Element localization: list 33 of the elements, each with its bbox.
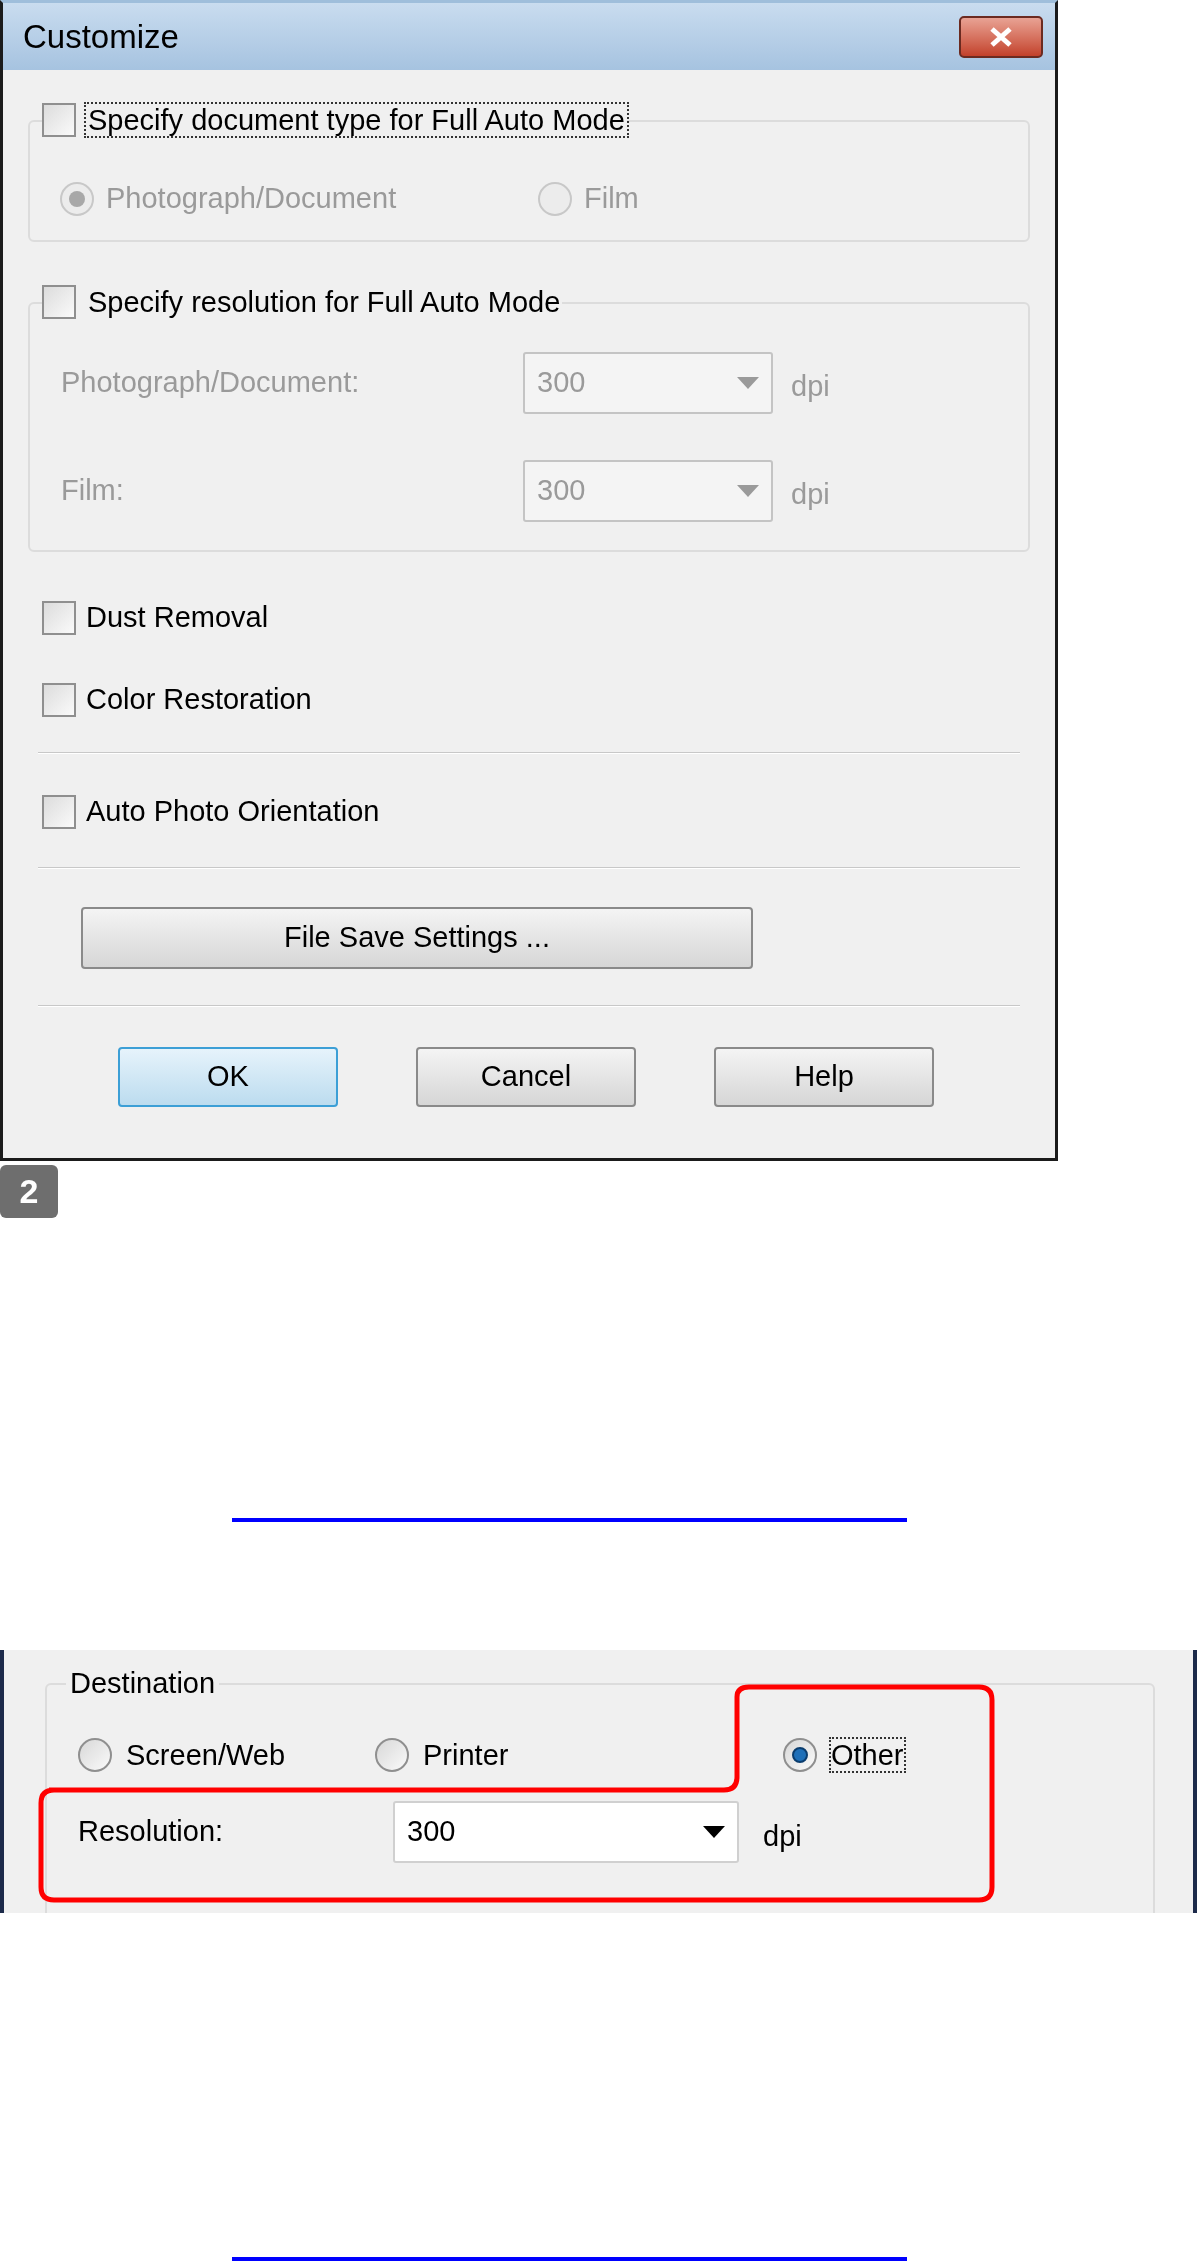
checkbox-label[interactable]: Specify resolution for Full Auto Mode [86,286,563,318]
close-button[interactable] [959,15,1043,58]
checkbox[interactable] [42,601,76,635]
checkbox[interactable] [42,683,76,717]
checkbox[interactable] [42,103,76,137]
checkbox-label[interactable]: Color Restoration [86,678,312,722]
unit-label: dpi [791,369,830,405]
checkbox[interactable] [42,285,76,319]
dialog-button[interactable]: Help [714,1047,934,1107]
unit-label: dpi [791,477,830,513]
field-label: Resolution: [78,1814,225,1850]
dropdown-arrow-icon [737,377,759,389]
unit-label: dpi [763,1819,802,1855]
checkbox-label[interactable]: Dust Removal [86,596,269,640]
dropdown-arrow-icon [703,1826,725,1838]
dialog-button[interactable]: OK [118,1047,338,1107]
step-badge: 2 [0,1165,58,1218]
dropdown-arrow-icon [737,485,759,497]
field-label: Photograph/Document: [61,365,361,401]
close-icon [988,25,1014,48]
radio-button[interactable] [375,1738,409,1772]
radio-label[interactable]: Other [831,1739,904,1771]
radio-button[interactable] [78,1738,112,1772]
dialog-button[interactable]: Cancel [416,1047,636,1107]
field-label: Film: [61,473,125,509]
radio-label[interactable]: Printer [423,1739,509,1771]
resolution-dropdown[interactable]: 300 [393,1801,739,1863]
radio-button[interactable] [783,1738,817,1772]
radio-label[interactable]: Screen/Web [126,1739,286,1771]
checkbox-label[interactable]: Auto Photo Orientation [86,790,380,834]
file-save-settings-button[interactable]: File Save Settings ... [81,907,753,969]
window-title: Customize [23,16,179,57]
checkbox[interactable] [42,795,76,829]
